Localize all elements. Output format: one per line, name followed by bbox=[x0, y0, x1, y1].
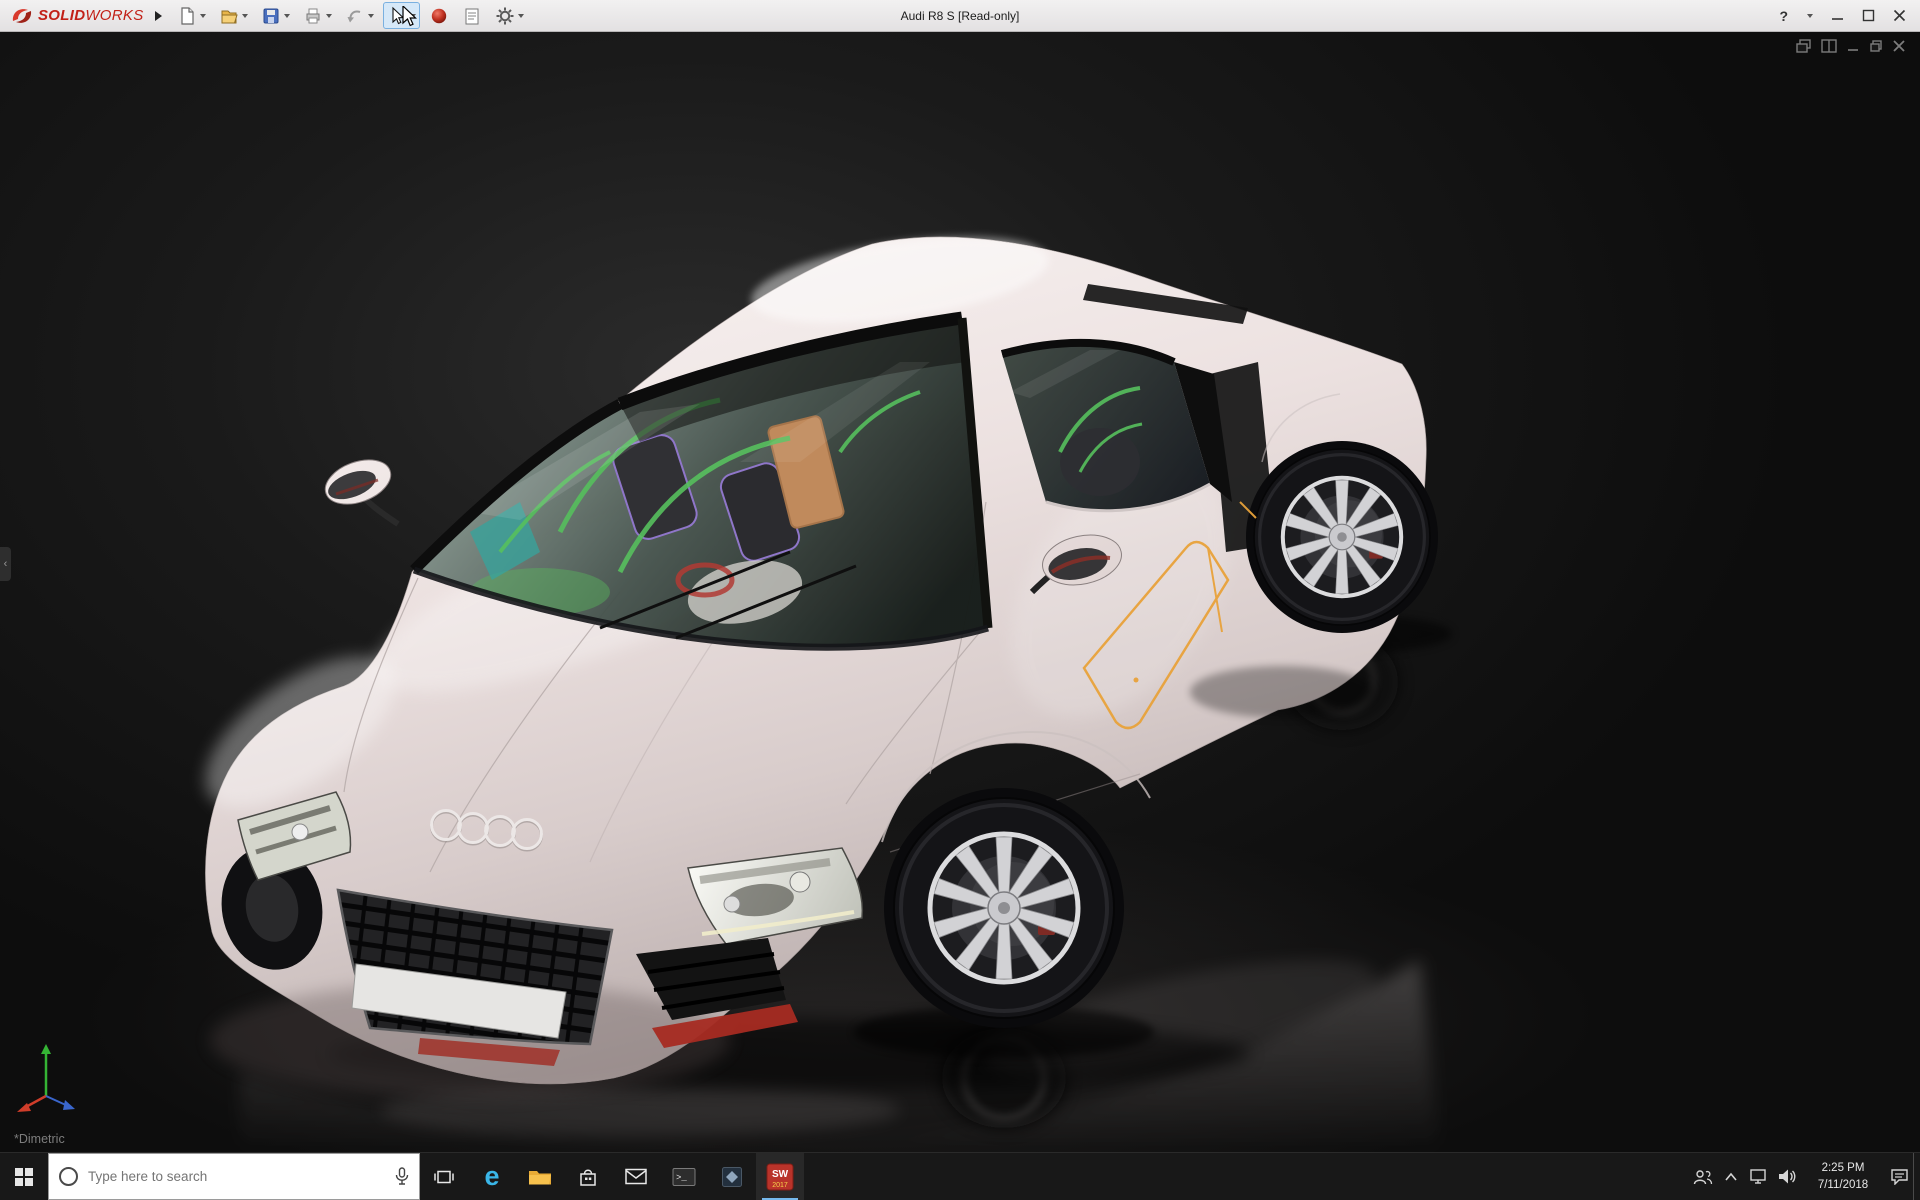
document-title: Audi R8 S [Read-only] bbox=[900, 8, 1020, 23]
pinned-app-button[interactable] bbox=[708, 1153, 756, 1200]
window-controls: ? bbox=[1779, 8, 1912, 24]
wheel-front bbox=[884, 788, 1124, 1028]
doc-close-icon[interactable] bbox=[1892, 39, 1906, 58]
clock-date: 7/11/2018 bbox=[1817, 1178, 1869, 1191]
action-center-icon bbox=[1890, 1169, 1908, 1185]
windows-logo-icon bbox=[15, 1167, 33, 1186]
doc-minimize-icon[interactable] bbox=[1846, 39, 1860, 58]
close-button[interactable] bbox=[1893, 9, 1906, 22]
people-button[interactable] bbox=[1689, 1153, 1717, 1200]
dropdown-caret[interactable] bbox=[325, 13, 332, 18]
solidworks-window: SOLIDWORKS Audi R8 S [Read-only] ? ‹ *Di… bbox=[0, 0, 1920, 1200]
titlebar: SOLIDWORKS Audi R8 S [Read-only] ? bbox=[0, 0, 1920, 32]
help-button[interactable]: ? bbox=[1779, 8, 1788, 24]
search-input[interactable] bbox=[88, 1169, 385, 1184]
mail-icon bbox=[625, 1168, 647, 1185]
menu-expand-arrow[interactable] bbox=[154, 10, 163, 22]
speaker-icon bbox=[1779, 1169, 1796, 1184]
orientation-triad bbox=[17, 1044, 75, 1112]
mirror-left bbox=[324, 459, 400, 527]
file-explorer-icon bbox=[529, 1170, 551, 1184]
network-icon bbox=[1750, 1169, 1766, 1184]
document-window-controls bbox=[1796, 39, 1906, 58]
maximize-button[interactable] bbox=[1862, 9, 1875, 22]
dropdown-caret[interactable] bbox=[199, 13, 206, 18]
ds-logo-icon bbox=[12, 8, 32, 23]
graphics-viewport[interactable]: ‹ *Dimetric bbox=[0, 32, 1920, 1152]
show-desktop-button[interactable] bbox=[1913, 1153, 1920, 1200]
hidden-icons-button[interactable] bbox=[1717, 1153, 1745, 1200]
chevron-up-icon bbox=[1725, 1172, 1737, 1181]
svg-text:>_: >_ bbox=[676, 1173, 687, 1183]
dropdown-caret[interactable] bbox=[241, 13, 248, 18]
action-center-button[interactable] bbox=[1885, 1153, 1913, 1200]
console-button[interactable]: >_ bbox=[660, 1153, 708, 1200]
save-button[interactable] bbox=[257, 2, 294, 29]
rear-shade bbox=[1190, 666, 1374, 718]
store-button[interactable] bbox=[564, 1153, 612, 1200]
dropdown-caret[interactable] bbox=[283, 13, 290, 18]
task-view-icon bbox=[434, 1170, 454, 1183]
options-button[interactable] bbox=[491, 2, 528, 29]
undo-icon bbox=[347, 10, 360, 22]
people-icon bbox=[1693, 1169, 1713, 1184]
windows-taskbar: e >_ bbox=[0, 1152, 1920, 1200]
print-icon bbox=[306, 8, 320, 23]
dropdown-caret[interactable] bbox=[367, 13, 374, 18]
dropdown-caret[interactable] bbox=[517, 13, 524, 18]
design-binder-button[interactable] bbox=[458, 2, 486, 29]
system-tray: 2:25 PM 7/11/2018 bbox=[1689, 1153, 1920, 1200]
svg-text:2017: 2017 bbox=[772, 1182, 788, 1189]
feature-panel-collapse-tab[interactable]: ‹ bbox=[0, 547, 11, 582]
pinned-app-icon bbox=[722, 1166, 742, 1187]
appearance-button[interactable] bbox=[425, 2, 453, 29]
start-button[interactable] bbox=[0, 1153, 48, 1200]
solidworks-app-icon: SW 2017 bbox=[766, 1163, 794, 1190]
cortana-icon bbox=[59, 1167, 78, 1186]
wheel-rear bbox=[1246, 441, 1438, 633]
mail-button[interactable] bbox=[612, 1153, 660, 1200]
dropdown-caret[interactable] bbox=[409, 13, 416, 18]
console-icon: >_ bbox=[672, 1167, 696, 1186]
brand-works: WORKS bbox=[85, 7, 144, 24]
view-orientation-label: *Dimetric bbox=[14, 1132, 65, 1146]
taskbar-search[interactable] bbox=[48, 1153, 420, 1200]
open-button[interactable] bbox=[215, 2, 252, 29]
clock-time: 2:25 PM bbox=[1821, 1161, 1865, 1174]
microphone-icon[interactable] bbox=[395, 1167, 409, 1186]
tile-icon[interactable] bbox=[1821, 39, 1837, 58]
solidworks-logo: SOLIDWORKS bbox=[8, 6, 152, 26]
brand-solid: SOLID bbox=[38, 7, 86, 24]
undo-button[interactable] bbox=[341, 2, 378, 29]
new-document-icon bbox=[180, 6, 194, 25]
file-explorer-button[interactable] bbox=[516, 1153, 564, 1200]
print-button[interactable] bbox=[299, 2, 336, 29]
volume-button[interactable] bbox=[1773, 1153, 1801, 1200]
solidworks-taskbar-button[interactable]: SW 2017 bbox=[756, 1153, 804, 1200]
help-caret[interactable] bbox=[1807, 13, 1813, 18]
appearance-sphere-icon bbox=[431, 8, 446, 23]
new-document-button[interactable] bbox=[173, 2, 210, 29]
network-button[interactable] bbox=[1745, 1153, 1773, 1200]
doc-restore-icon[interactable] bbox=[1869, 39, 1883, 58]
main-toolbar bbox=[173, 2, 528, 29]
open-folder-icon bbox=[221, 10, 238, 23]
minimize-button[interactable] bbox=[1831, 9, 1844, 22]
select-cursor-icon bbox=[391, 6, 404, 24]
3d-scene[interactable] bbox=[0, 32, 1920, 1152]
save-floppy-icon bbox=[263, 8, 279, 23]
edge-button[interactable]: e bbox=[468, 1153, 516, 1200]
svg-text:SW: SW bbox=[772, 1169, 789, 1180]
store-icon bbox=[580, 1169, 596, 1186]
gear-icon bbox=[496, 7, 514, 24]
select-tool-button[interactable] bbox=[382, 2, 420, 29]
edge-icon: e bbox=[484, 1161, 500, 1191]
cascade-icon[interactable] bbox=[1796, 39, 1812, 58]
taskbar-clock[interactable]: 2:25 PM 7/11/2018 bbox=[1801, 1160, 1885, 1193]
task-view-button[interactable] bbox=[420, 1153, 468, 1200]
design-binder-icon bbox=[465, 8, 479, 24]
